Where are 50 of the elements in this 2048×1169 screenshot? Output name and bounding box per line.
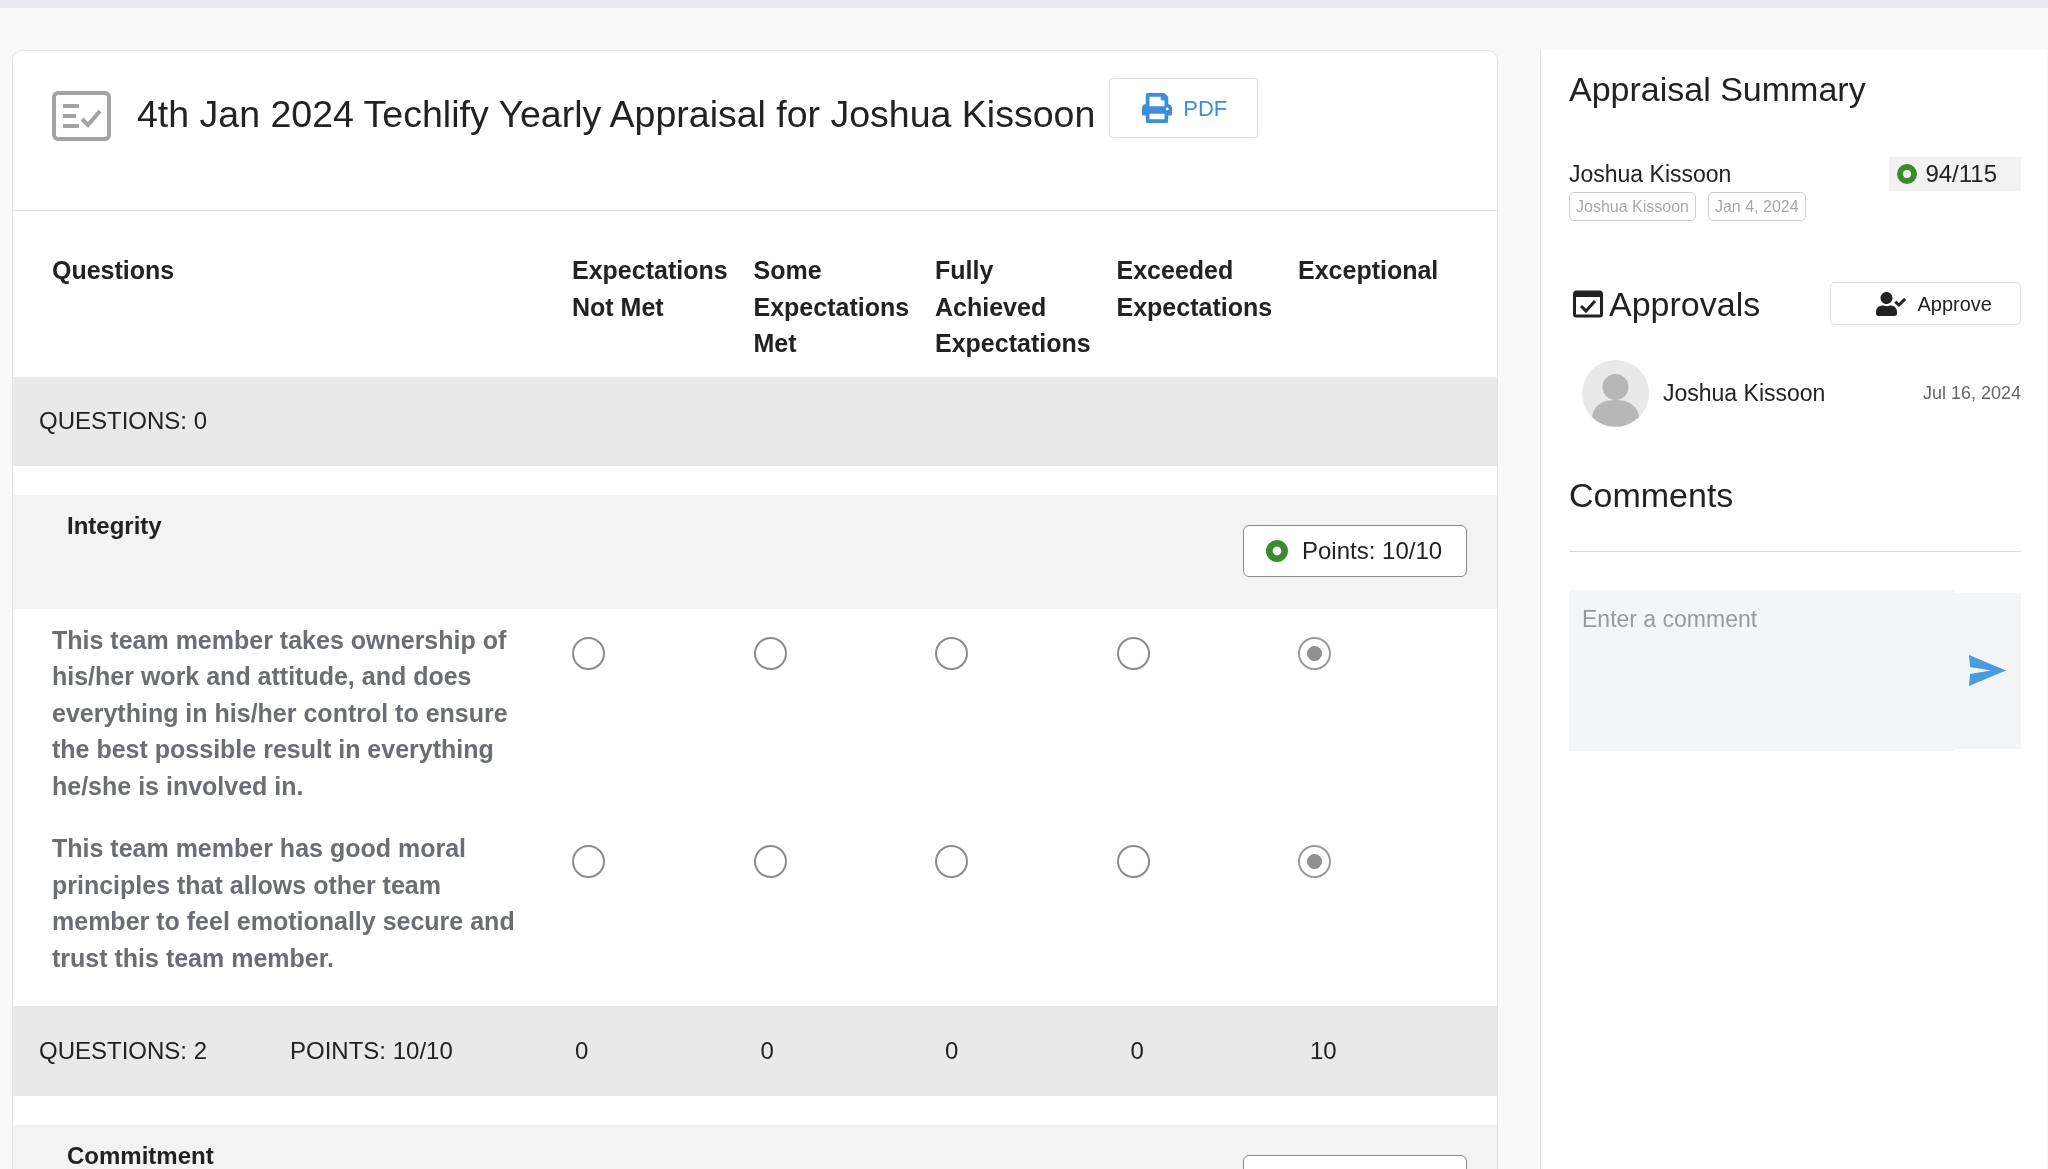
radio-button[interactable] [572,845,605,878]
comments-title: Comments [1569,475,1735,515]
points-button[interactable]: Points: 10/10 [1243,524,1467,577]
radio-button[interactable] [935,636,968,670]
column-total: 0 [945,1037,959,1064]
score-value: 94/115 [1925,159,1997,189]
info-tag: Joshua Kissoon [1569,192,1696,221]
section-title: Integrity [67,511,162,540]
question-text: This team member has good moral principles that allows other team member to feel emotionally secure and trust this team member. [52,833,516,974]
status-dot-icon [1266,539,1288,562]
user-check-icon [1875,290,1906,317]
approver-name: Joshua Kissoon [1663,379,1826,409]
column-header: Exceptional [1298,255,1440,286]
printer-icon [1140,93,1175,123]
section-title: Commitment [67,1142,214,1169]
comment-input[interactable]: Enter a comment [1569,590,1954,751]
send-button[interactable] [1954,592,2021,749]
radio-button[interactable] [935,845,968,878]
radio-button[interactable] [1116,845,1150,878]
checklist-icon [52,91,111,141]
column-total: 0 [1130,1037,1144,1064]
approvals-title: Approvals [1609,283,1761,324]
info-tag: Jan 4, 2024 [1707,192,1806,221]
send-icon [1969,655,2006,686]
radio-button[interactable] [1116,636,1150,670]
question-count: QUESTIONS: 0 [39,406,208,436]
employee-name: Joshua Kissoon [1569,160,1733,188]
column-header: Exceeded Expectations [1116,255,1274,323]
points-total: POINTS: 10/10 [290,1036,454,1066]
approval-date: Jul 16, 2024 [1922,382,2021,405]
question-count: QUESTIONS: 2 [39,1036,209,1066]
column-header: Some Expectations Met [753,255,911,359]
check-square-icon [1573,289,1603,318]
radio-button[interactable] [1298,845,1331,878]
status-dot-icon [1897,164,1918,184]
radio-button[interactable] [753,636,787,670]
column-header: Fully Achieved Expectations [935,255,1092,359]
approve-button[interactable]: Approve [1830,282,2021,325]
column-header: Questions [52,255,176,286]
column-total: 0 [760,1037,774,1064]
radio-button[interactable] [1298,636,1331,670]
question-text: This team member takes ownership of his/her work and attitude, and does everything in his/her control to ensure the best possible result in everything he/she is involved in. [52,624,509,802]
radio-button[interactable] [753,845,787,878]
avatar-icon [1582,360,1649,427]
radio-button[interactable] [572,636,605,670]
column-total: 0 [575,1037,589,1064]
column-total: 10 [1310,1037,1337,1064]
appraisal-title: 4th Jan 2024 Techlify Yearly Appraisal for Joshua Kissoon [137,92,1096,136]
column-header: Expectations Not Met [572,255,729,323]
summary-title: Appraisal Summary [1569,69,1867,109]
